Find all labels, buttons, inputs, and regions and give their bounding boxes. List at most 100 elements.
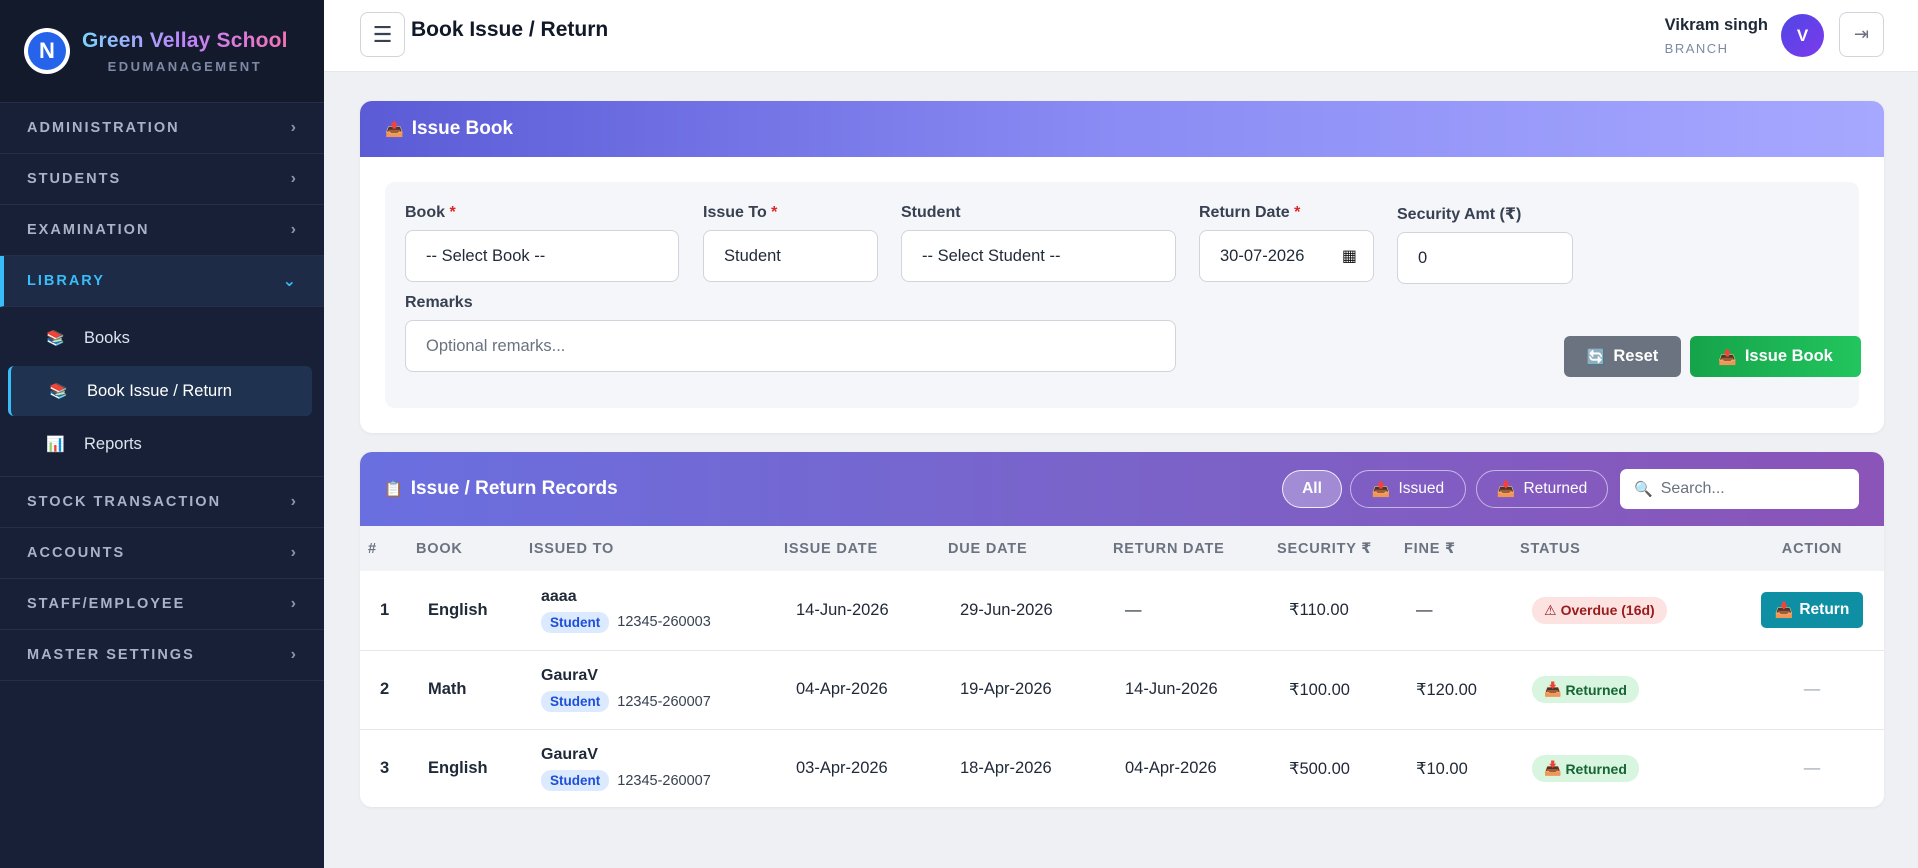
row-security: ₹100.00 <box>1289 680 1350 699</box>
security-input[interactable]: 0 <box>1397 232 1573 284</box>
sidebar-item-books[interactable]: 📚 Books <box>0 312 324 364</box>
library-submenu: 📚 Books 📚 Book Issue / Return 📊 Reports <box>0 307 324 477</box>
issued-to-name: GauraV <box>541 746 598 764</box>
row-return-date: 14-Jun-2026 <box>1125 680 1218 698</box>
logo-letter: N <box>28 32 66 70</box>
row-issue-date: 03-Apr-2026 <box>796 759 888 778</box>
issue-to-field: Issue To * Student <box>703 204 878 282</box>
filter-returned[interactable]: 📥 Returned <box>1476 470 1608 508</box>
records-title: Issue / Return Records <box>410 478 618 499</box>
filter-all[interactable]: All <box>1282 470 1342 508</box>
remarks-input[interactable]: Optional remarks... <box>405 320 1176 372</box>
clipboard-icon: 📋 <box>384 481 403 498</box>
book-select[interactable]: -- Select Book -- <box>405 230 679 282</box>
nav-label: STUDENTS <box>27 171 122 187</box>
sidebar-item-label: Reports <box>84 434 142 453</box>
book-field: Book * -- Select Book -- <box>405 204 679 282</box>
admission-number: 12345-260003 <box>617 614 711 631</box>
chevron-right-icon: › <box>290 119 298 136</box>
user-type-badge: Student <box>541 770 610 792</box>
return-date-input[interactable]: 30-07-2026 ▦ <box>1199 230 1374 282</box>
row-issued-to: GauraV Student 12345-260007 <box>529 729 784 807</box>
status-badge: 📥 Returned <box>1532 755 1639 783</box>
bar-chart-icon: 📊 <box>46 436 65 453</box>
brand: N Green Vellay School EDUMANAGEMENT <box>0 0 324 103</box>
user-info: Vikram singh BRANCH <box>1665 16 1768 56</box>
nav-students[interactable]: STUDENTS › <box>0 154 324 205</box>
col-issued-to: ISSUED TO <box>529 540 615 557</box>
sidebar-item-reports[interactable]: 📊 Reports <box>0 418 324 470</box>
row-due-date: 18-Apr-2026 <box>960 759 1052 778</box>
col-due-date: DUE DATE <box>948 540 1028 557</box>
issue-to-label: Issue To * <box>703 204 778 221</box>
col-issue-date: ISSUE DATE <box>784 540 878 557</box>
col-fine: FINE ₹ <box>1404 540 1456 557</box>
nav-library[interactable]: LIBRARY ⌄ <box>0 256 324 307</box>
reset-button[interactable]: 🔄 Reset <box>1564 336 1681 377</box>
filter-label: Returned <box>1523 480 1588 497</box>
warning-icon: ⚠ <box>1544 601 1557 618</box>
row-action: 📥 Return <box>1740 571 1884 650</box>
security-field: Security Amt (₹) 0 <box>1397 204 1573 284</box>
table-row: 1 English aaaa Student 12345-260003 14-J… <box>360 571 1884 650</box>
row-status: ⚠ Overdue (16d) <box>1520 571 1740 650</box>
logout-button[interactable]: ⇥ <box>1839 12 1884 57</box>
row-security: ₹110.00 <box>1289 601 1349 620</box>
row-return-date: 04-Apr-2026 <box>1125 759 1217 778</box>
row-status: 📥 Returned <box>1520 729 1740 807</box>
col-security: SECURITY ₹ <box>1277 540 1373 557</box>
nav-label: EXAMINATION <box>27 222 150 238</box>
row-issue-date: 14-Jun-2026 <box>796 600 889 619</box>
return-button[interactable]: 📥 Return <box>1760 592 1864 629</box>
row-security: ₹500.00 <box>1289 759 1350 778</box>
row-due-date: 19-Apr-2026 <box>960 680 1052 698</box>
nav-label: STAFF/EMPLOYEE <box>27 596 186 612</box>
calendar-icon[interactable]: ▦ <box>1342 246 1357 266</box>
student-label: Student <box>901 204 961 221</box>
school-name: Green Vellay School <box>82 28 288 52</box>
row-issue-date: 04-Apr-2026 <box>796 680 888 698</box>
admission-number: 12345-260007 <box>617 693 711 710</box>
nav-label: ACCOUNTS <box>27 545 126 561</box>
remarks-label: Remarks <box>405 294 473 311</box>
issue-book-title: Issue Book <box>411 118 514 139</box>
chevron-right-icon: › <box>290 221 298 238</box>
issue-book-card: 📤 Issue Book Book * -- Select Book -- Is… <box>360 101 1884 433</box>
search-input[interactable]: 🔍 Search... <box>1620 469 1859 509</box>
menu-toggle-button[interactable]: ☰ <box>360 12 405 57</box>
sidebar-item-book-issue-return[interactable]: 📚 Book Issue / Return <box>8 366 312 416</box>
nav-master-settings[interactable]: MASTER SETTINGS › <box>0 630 324 681</box>
row-status: 📥 Returned <box>1520 650 1740 729</box>
status-badge: 📥 Returned <box>1532 676 1639 703</box>
student-select[interactable]: -- Select Student -- <box>901 230 1176 282</box>
issue-book-button[interactable]: 📤 Issue Book <box>1690 336 1861 377</box>
chevron-right-icon: › <box>290 646 298 663</box>
records-header: 📋 Issue / Return Records All 📤 Issued 📥 … <box>360 452 1884 526</box>
student-field: Student -- Select Student -- <box>901 204 1176 282</box>
user-type-badge: Student <box>541 691 610 712</box>
avatar[interactable]: V <box>1781 14 1824 57</box>
outbox-tray-icon: 📤 <box>385 121 404 138</box>
filter-issued[interactable]: 📤 Issued <box>1350 470 1466 508</box>
page-title: Book Issue / Return <box>411 18 609 41</box>
issue-to-select[interactable]: Student <box>703 230 878 282</box>
records-card: 📋 Issue / Return Records All 📤 Issued 📥 … <box>360 452 1884 807</box>
nav-staff-employee[interactable]: STAFF/EMPLOYEE › <box>0 579 324 630</box>
issued-to-name: GauraV <box>541 667 598 684</box>
row-issued-to: GauraV Student 12345-260007 <box>529 650 784 729</box>
nav-accounts[interactable]: ACCOUNTS › <box>0 528 324 579</box>
row-fine: ₹120.00 <box>1416 680 1477 699</box>
inbox-tray-icon: 📥 <box>1496 481 1516 498</box>
return-date-field: Return Date * 30-07-2026 ▦ <box>1199 204 1374 282</box>
row-book: English <box>428 759 488 778</box>
nav-examination[interactable]: EXAMINATION › <box>0 205 324 256</box>
remarks-field: Remarks Optional remarks... <box>405 294 1176 372</box>
search-placeholder: Search... <box>1660 480 1725 497</box>
nav-administration[interactable]: ADMINISTRATION › <box>0 103 324 154</box>
chevron-right-icon: › <box>290 544 298 561</box>
sidebar-item-label: Book Issue / Return <box>87 381 232 400</box>
sidebar-item-label: Books <box>84 328 130 347</box>
nav-stock-transaction[interactable]: STOCK TRANSACTION › <box>0 477 324 528</box>
inbox-tray-icon: 📥 <box>1774 602 1794 620</box>
status-badge: ⚠ Overdue (16d) <box>1532 596 1667 624</box>
